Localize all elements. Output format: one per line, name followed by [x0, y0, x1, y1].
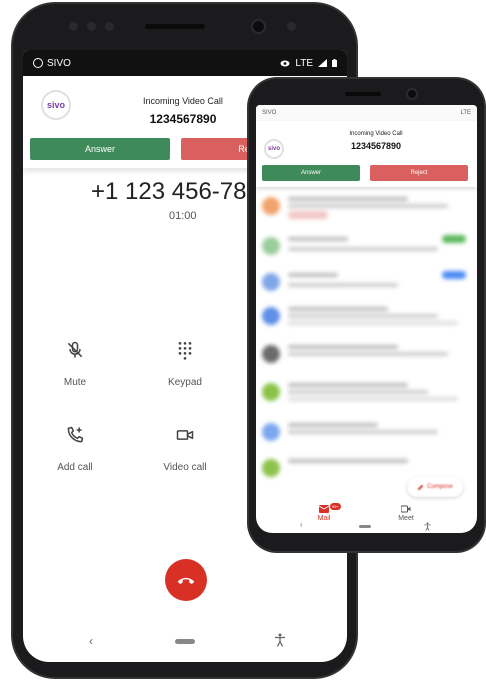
network-type: LTE: [460, 110, 471, 116]
avatar: [262, 237, 280, 255]
avatar: [262, 423, 280, 441]
mail-badge: 99+: [330, 503, 341, 510]
list-item[interactable]: [256, 191, 477, 223]
list-item[interactable]: [256, 231, 477, 263]
signal-icon: [318, 59, 327, 67]
keypad-button[interactable]: Keypad: [145, 340, 225, 390]
second-screen: SIVO LTE sivo Incoming Video Call 123456…: [256, 105, 477, 533]
tab-meet-label: Meet: [398, 515, 414, 522]
hang-up-icon: [177, 577, 195, 585]
add-call-button[interactable]: Add call: [35, 425, 115, 475]
end-call-button[interactable]: [165, 559, 207, 601]
mail-list: [256, 187, 477, 487]
reject-button[interactable]: Reject: [370, 165, 468, 181]
sivo-logo: sivo: [41, 90, 71, 120]
eye-icon: [280, 60, 290, 66]
tab-mail-label: Mail: [317, 515, 331, 522]
caller-number: 1234567890: [149, 112, 217, 126]
videocam-icon: [176, 430, 194, 440]
earpiece: [145, 24, 205, 29]
earpiece: [345, 92, 381, 96]
sensor: [87, 22, 96, 31]
keypad-label: Keypad: [168, 377, 202, 388]
pencil-icon: [417, 484, 424, 490]
sensor: [105, 22, 114, 31]
caller-number: 1234567890: [350, 141, 402, 151]
network-type: LTE: [295, 57, 313, 69]
sensor: [287, 22, 296, 31]
sensor: [69, 22, 78, 31]
compose-button[interactable]: Compose: [407, 477, 463, 497]
answer-button[interactable]: Answer: [30, 138, 170, 160]
tab-meet[interactable]: Meet: [376, 505, 436, 522]
mail-icon: [319, 505, 329, 513]
back-button[interactable]: ‹: [89, 634, 93, 648]
status-bar: SIVO LTE: [256, 105, 477, 121]
front-camera: [408, 90, 416, 98]
navigation-bar: ‹: [256, 520, 477, 533]
avatar: [262, 459, 280, 477]
status-bar: SIVO LTE: [23, 50, 347, 76]
battery-icon: [332, 59, 337, 67]
add-call-label: Add call: [57, 462, 93, 473]
avatar: [262, 345, 280, 363]
video-call-button[interactable]: Video call: [145, 425, 225, 475]
avatar: [262, 197, 280, 215]
video-icon: [401, 505, 411, 513]
call-number: +1 123 456-78: [91, 178, 247, 205]
top-bezel: [13, 4, 356, 52]
navigation-bar: ‹: [23, 630, 347, 654]
video-call-label: Video call: [163, 462, 207, 473]
mic-off-icon: [67, 341, 83, 358]
stage: SIVO LTE sivo Incoming Video Call 123456…: [0, 0, 486, 683]
home-button[interactable]: [359, 525, 371, 528]
avatar: [262, 273, 280, 291]
list-item[interactable]: [256, 301, 477, 333]
dialpad-icon: [178, 342, 192, 360]
list-item[interactable]: [256, 417, 477, 449]
incoming-call-notification[interactable]: sivo Incoming Video Call 1234567890 Answ…: [256, 121, 477, 187]
list-item[interactable]: [256, 377, 477, 409]
mute-label: Mute: [63, 377, 87, 388]
call-timer: 01:00: [169, 210, 197, 222]
home-button[interactable]: [175, 639, 195, 644]
mute-button[interactable]: Mute: [35, 340, 115, 390]
sensor: [249, 79, 256, 86]
accessibility-icon[interactable]: [275, 633, 285, 647]
notification-title: Incoming Video Call: [349, 131, 403, 137]
avatar: [262, 307, 280, 325]
list-item[interactable]: [256, 339, 477, 371]
second-phone: SIVO LTE sivo Incoming Video Call 123456…: [249, 79, 484, 551]
status-app-name: SIVO: [262, 110, 277, 116]
notification-title: Incoming Video Call: [143, 96, 223, 106]
back-button[interactable]: ‹: [300, 520, 303, 529]
compose-label: Compose: [427, 484, 453, 490]
status-app-name: SIVO: [47, 57, 71, 69]
sivo-logo: sivo: [264, 139, 284, 159]
avatar: [262, 383, 280, 401]
add-call-icon: [67, 426, 84, 443]
sivo-status-icon: [33, 58, 43, 68]
tab-mail[interactable]: 99+ Mail: [294, 503, 354, 522]
sensor: [249, 86, 256, 93]
front-camera: [253, 21, 264, 32]
accessibility-icon[interactable]: [424, 522, 431, 531]
list-item[interactable]: [256, 267, 477, 299]
answer-button[interactable]: Answer: [262, 165, 360, 181]
